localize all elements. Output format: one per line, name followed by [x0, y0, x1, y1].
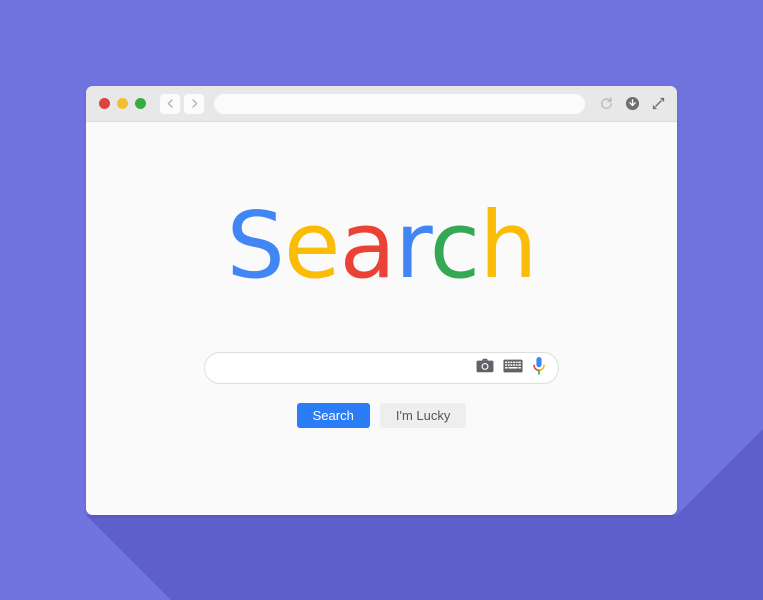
camera-button[interactable] [476, 358, 494, 379]
chevron-left-icon [165, 98, 176, 109]
fullscreen-icon [651, 96, 666, 111]
titlebar-actions [597, 95, 667, 113]
search-button[interactable]: Search [296, 403, 370, 428]
address-bar[interactable] [214, 93, 585, 114]
logo-letter-h: h [479, 192, 537, 299]
back-button[interactable] [160, 93, 180, 114]
minimize-button[interactable] [117, 98, 128, 109]
download-button[interactable] [623, 95, 641, 113]
logo-letter-c: c [429, 192, 481, 299]
microphone-button[interactable] [532, 356, 546, 381]
window-long-shadow-right [677, 86, 763, 515]
keyboard-button[interactable] [503, 359, 523, 378]
search-input[interactable] [221, 360, 470, 376]
zoom-button[interactable] [135, 98, 146, 109]
search-logo: Search [86, 200, 677, 292]
im-lucky-button[interactable]: I'm Lucky [379, 403, 467, 428]
reload-icon [599, 96, 614, 111]
search-box[interactable] [204, 352, 559, 384]
microphone-icon [532, 356, 546, 381]
logo-letter-r: r [394, 192, 431, 299]
keyboard-icon [503, 359, 523, 378]
fullscreen-button[interactable] [649, 95, 667, 113]
canvas: Search Search I'm Lucky [0, 0, 763, 600]
window-long-shadow-bottom [86, 515, 677, 600]
logo-letter-e: e [283, 192, 341, 299]
camera-icon [476, 358, 494, 379]
browser-titlebar [86, 86, 677, 122]
traffic-lights [99, 98, 146, 109]
navigation-buttons [160, 93, 204, 114]
search-box-icons [476, 356, 546, 381]
chevron-right-icon [189, 98, 200, 109]
logo-letter-a: a [339, 192, 395, 299]
reload-button[interactable] [597, 95, 615, 113]
page-content: Search Search I'm Lucky [86, 122, 677, 515]
window-long-shadow-corner [677, 515, 763, 600]
forward-button[interactable] [184, 93, 204, 114]
logo-letter-s: S [226, 192, 284, 299]
download-icon [625, 96, 640, 111]
search-row [86, 352, 677, 384]
browser-window: Search Search I'm Lucky [86, 86, 677, 515]
search-buttons-row: Search I'm Lucky [86, 403, 677, 428]
close-button[interactable] [99, 98, 110, 109]
